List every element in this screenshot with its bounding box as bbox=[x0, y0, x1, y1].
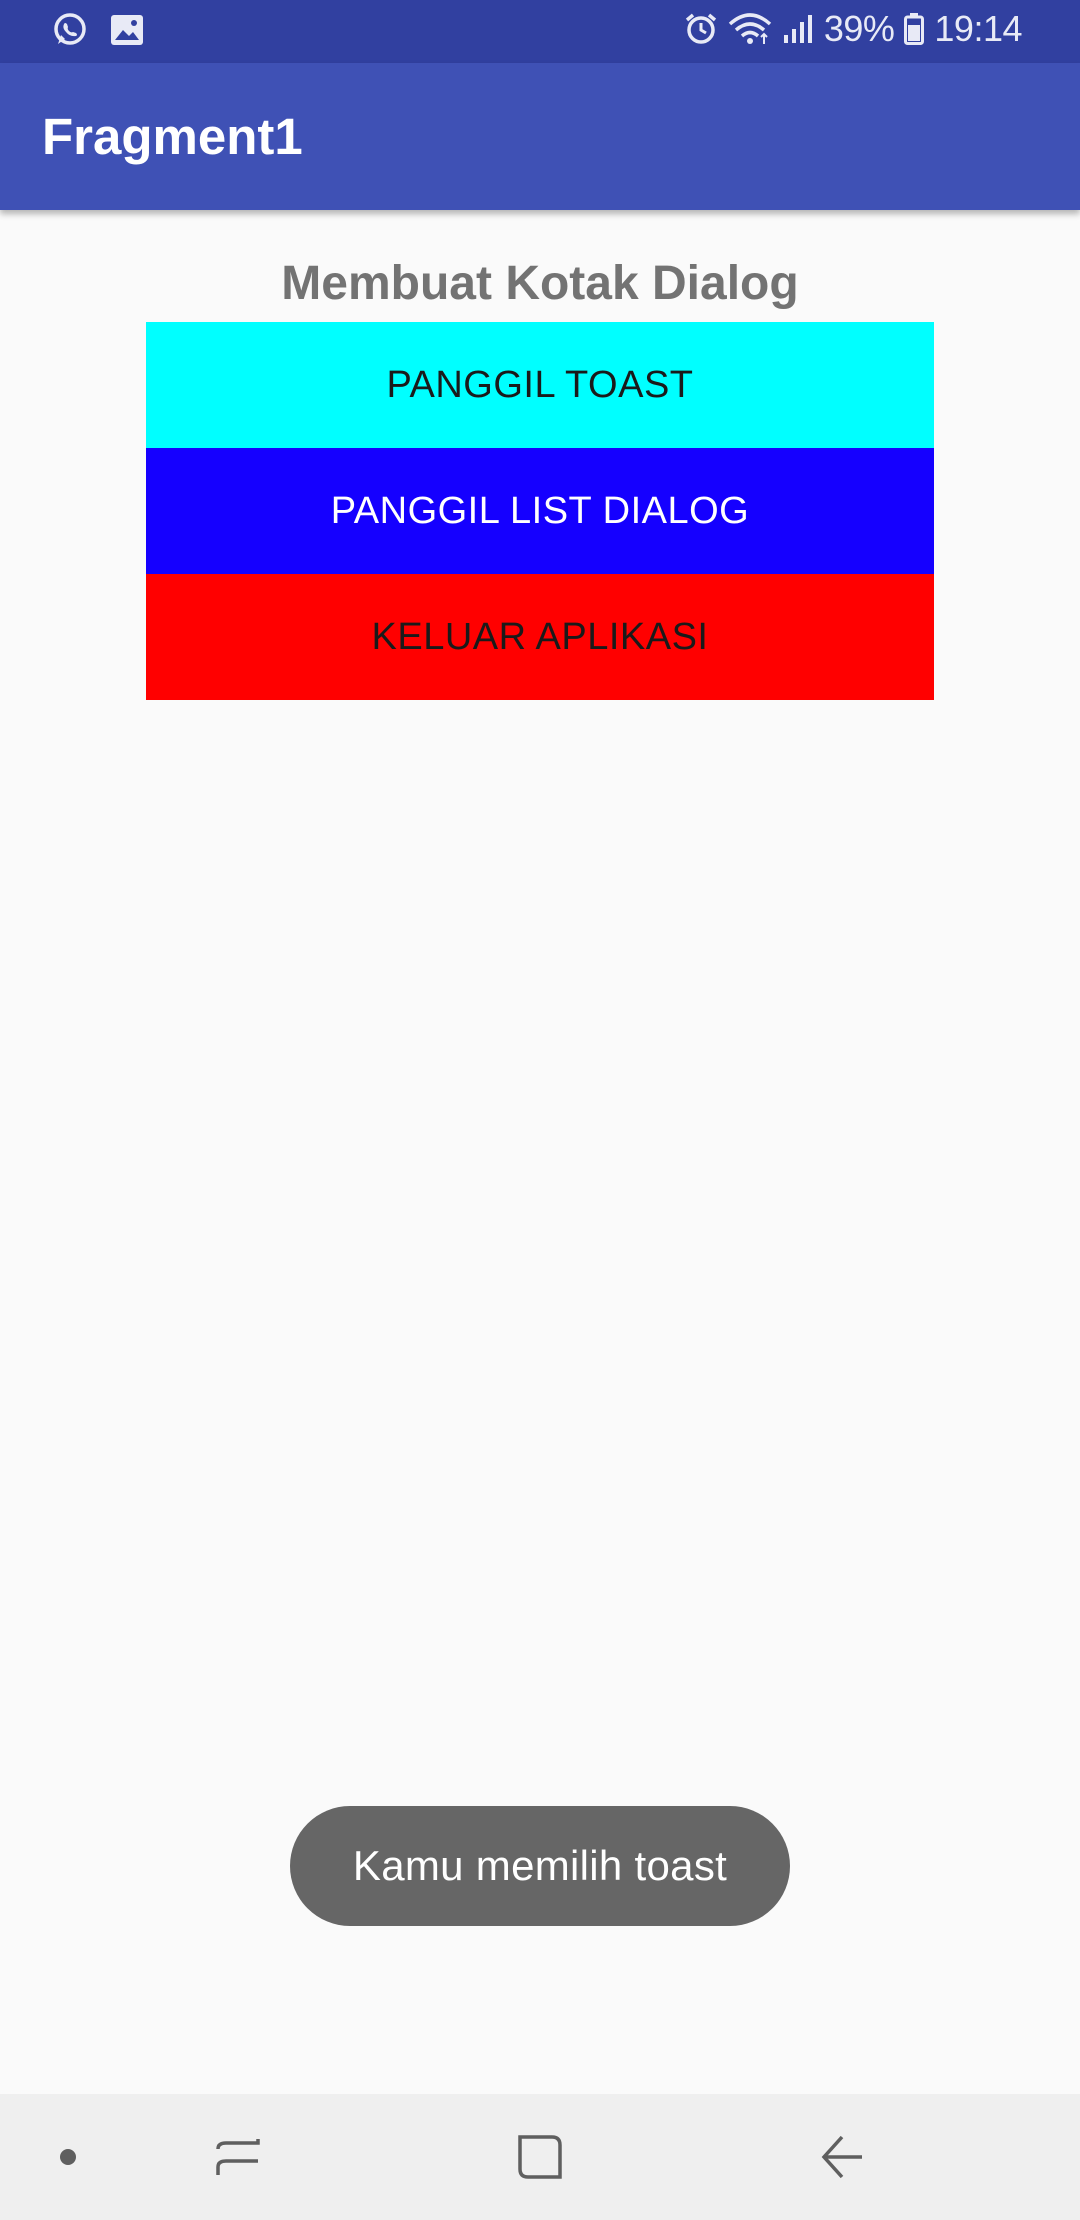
battery-percent: 39% bbox=[823, 8, 895, 49]
alarm-icon bbox=[684, 12, 718, 46]
wifi-icon bbox=[728, 12, 772, 46]
signal-icon bbox=[782, 13, 814, 45]
recents-icon[interactable] bbox=[198, 2094, 278, 2220]
dot-icon[interactable] bbox=[36, 2094, 100, 2220]
page-heading: Membuat Kotak Dialog bbox=[281, 257, 799, 310]
toast-message: Kamu memilih toast bbox=[290, 1806, 790, 1926]
status-left-icons bbox=[52, 12, 144, 48]
panggil-toast-button[interactable]: PANGGIL TOAST bbox=[146, 322, 934, 448]
status-right-icons: 39% 19:14 bbox=[684, 8, 1022, 50]
home-icon[interactable] bbox=[500, 2094, 580, 2220]
navigation-bar bbox=[0, 2094, 1080, 2220]
battery-icon bbox=[904, 13, 925, 45]
back-icon[interactable] bbox=[802, 2094, 882, 2220]
keluar-aplikasi-button[interactable]: KELUAR APLIKASI bbox=[146, 574, 934, 700]
image-icon bbox=[110, 14, 144, 46]
status-bar: 39% 19:14 bbox=[0, 0, 1080, 63]
panggil-list-dialog-button[interactable]: PANGGIL LIST DIALOG bbox=[146, 448, 934, 574]
app-title: Fragment1 bbox=[42, 108, 303, 165]
app-bar: Fragment1 bbox=[0, 63, 1080, 210]
whatsapp-icon bbox=[52, 12, 88, 48]
clock-time: 19:14 bbox=[934, 8, 1022, 49]
